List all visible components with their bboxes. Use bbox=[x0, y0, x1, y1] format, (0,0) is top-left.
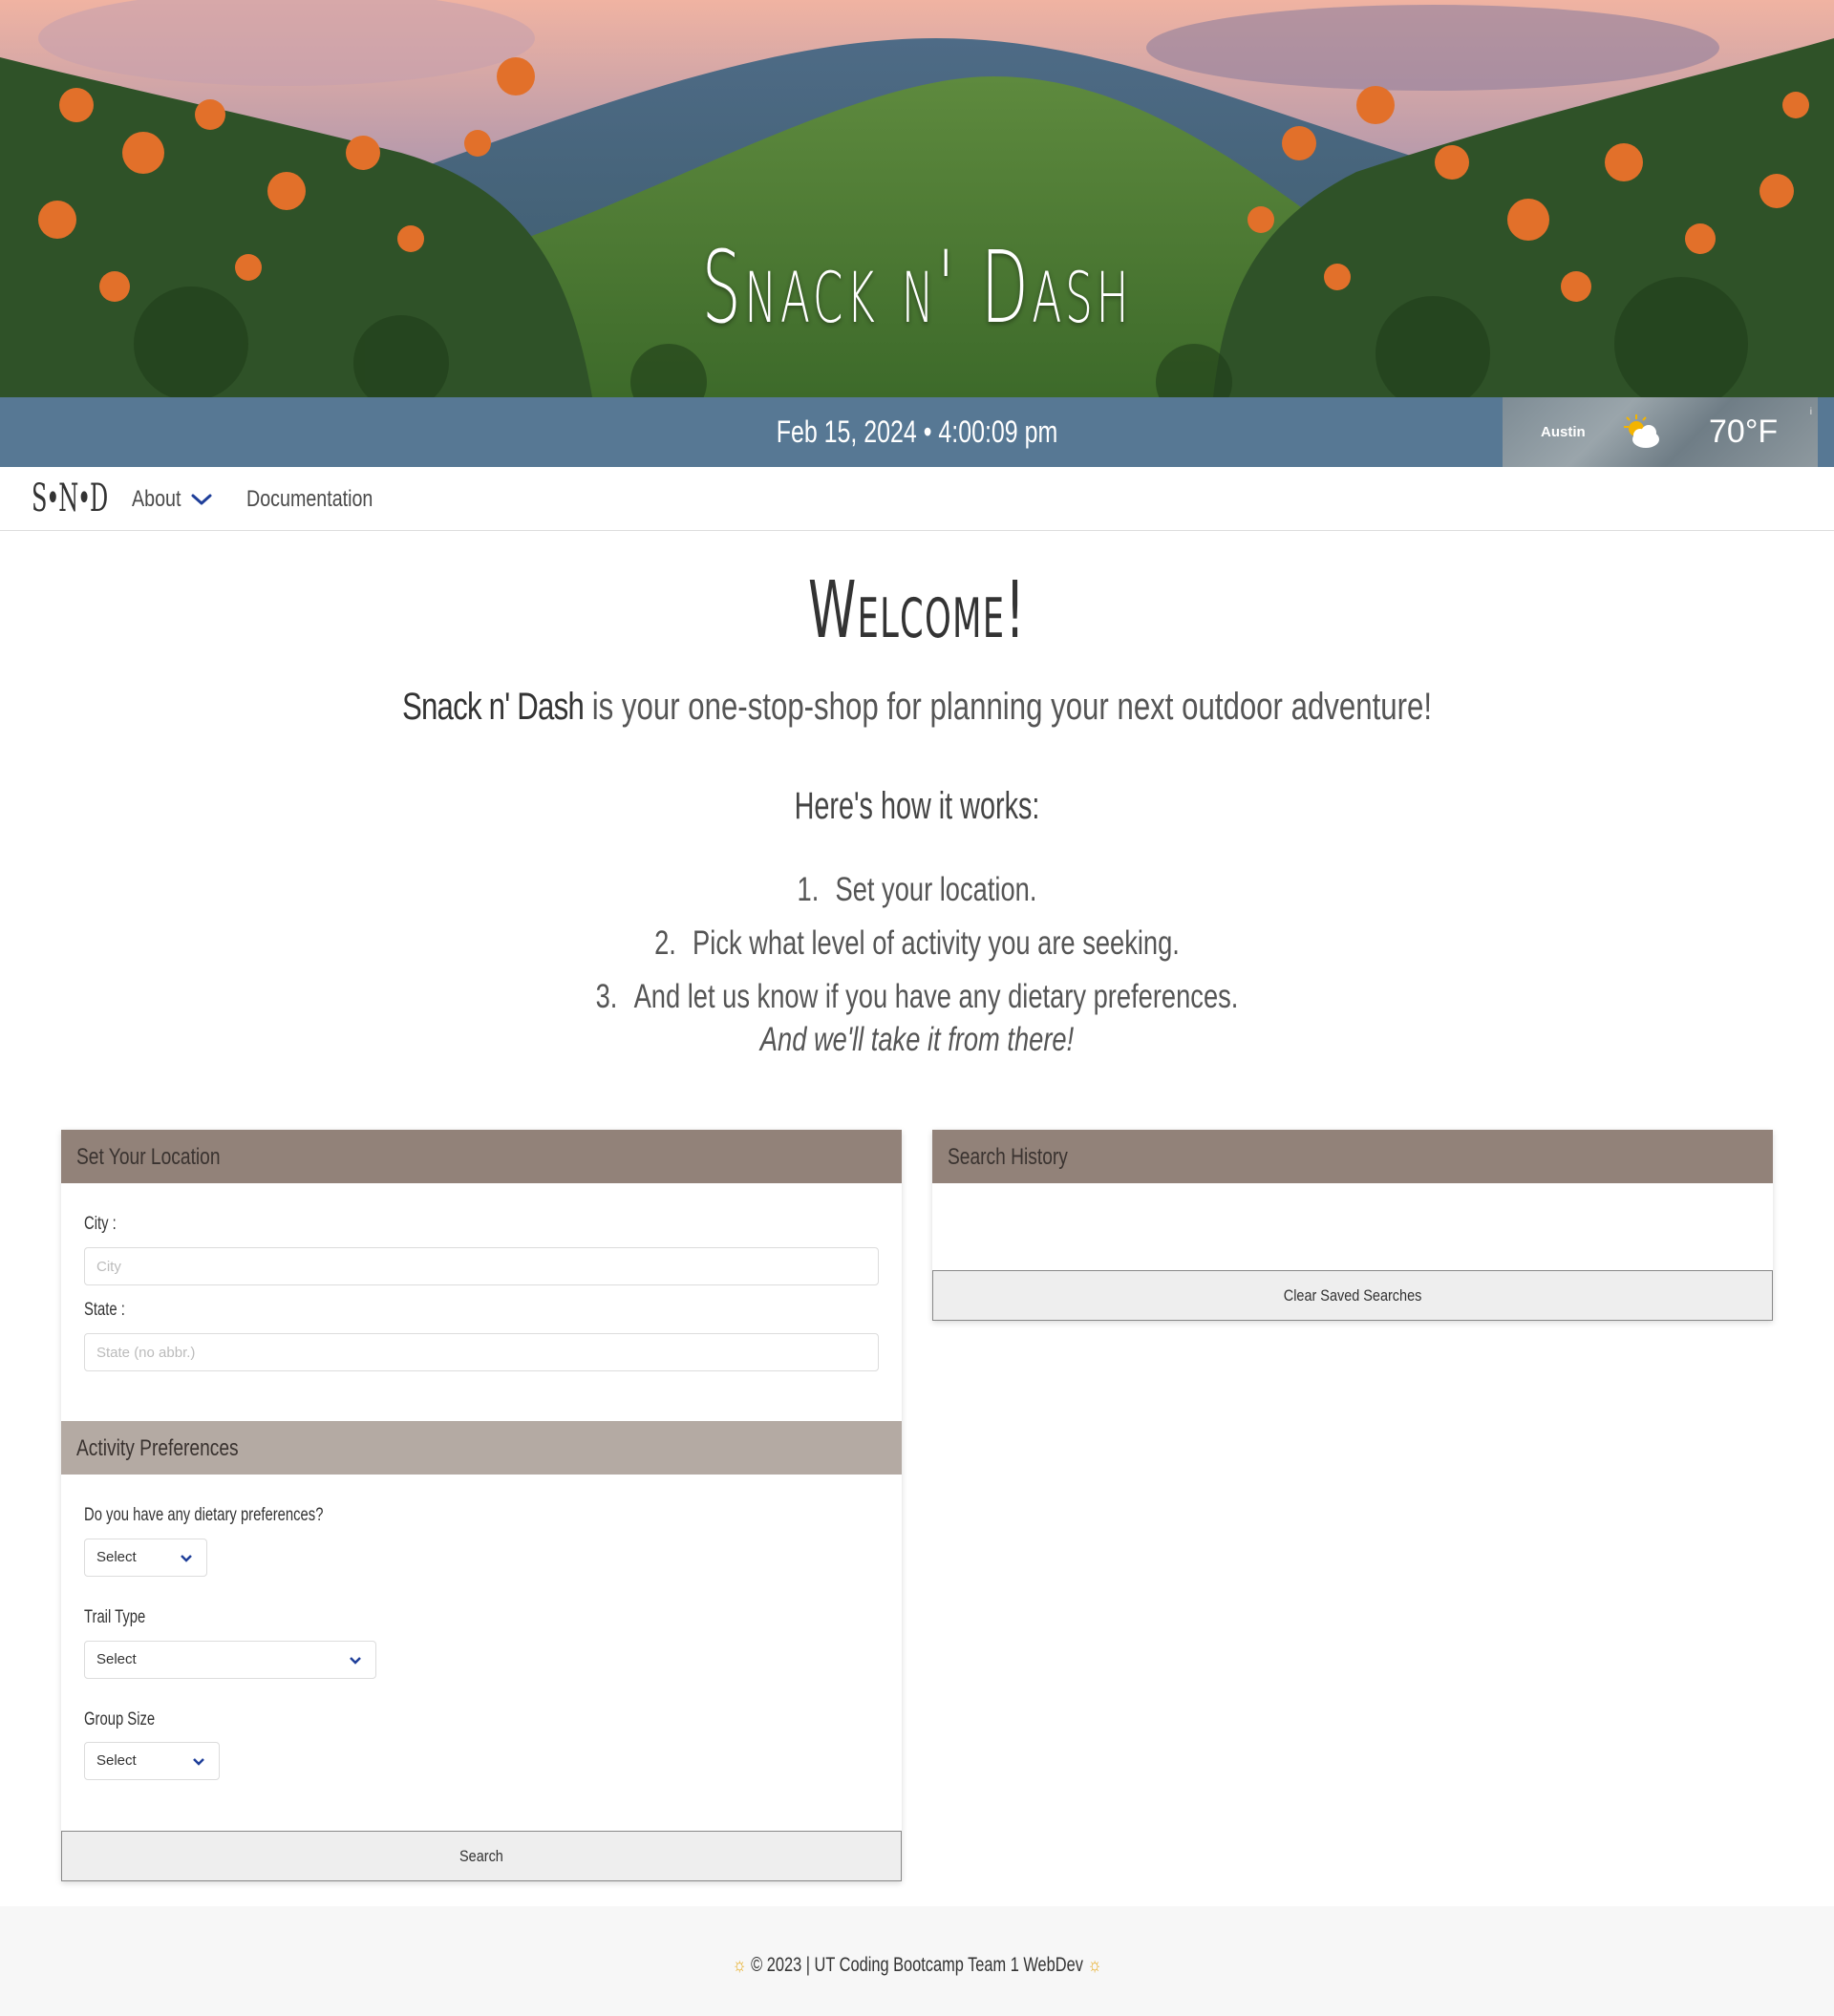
dietary-select-value: Select bbox=[96, 1549, 137, 1565]
weather-widget[interactable]: Austin 70°F i bbox=[1503, 397, 1818, 467]
footer: ☼ © 2023 | UT Coding Bootcamp Team 1 Web… bbox=[0, 1906, 1834, 2016]
chevron-down-icon bbox=[193, 1758, 204, 1766]
sun-icon: ☼ bbox=[1087, 1954, 1102, 1976]
activity-panel-title: Activity Preferences bbox=[76, 1435, 239, 1461]
trail-type-select[interactable]: Select bbox=[84, 1641, 376, 1679]
intro-text: Snack n' Dash is your one-stop-shop for … bbox=[202, 686, 1632, 729]
search-form-panel: Set Your Location City : State : Activit… bbox=[61, 1130, 902, 1881]
chevron-down-icon bbox=[350, 1657, 361, 1665]
dietary-label: Do you have any dietary preferences? bbox=[84, 1505, 324, 1525]
search-button[interactable]: Search bbox=[61, 1831, 902, 1881]
how-it-works-heading: Here's how it works: bbox=[794, 785, 1040, 827]
sun-icon: ☼ bbox=[732, 1954, 747, 1976]
step-number: 1. bbox=[797, 871, 820, 908]
history-panel-header: Search History bbox=[932, 1130, 1773, 1183]
search-history-list bbox=[932, 1183, 1773, 1270]
group-size-select[interactable]: Select bbox=[84, 1742, 220, 1780]
location-panel-header: Set Your Location bbox=[61, 1130, 902, 1183]
hero-banner: Snack n' Dash bbox=[0, 0, 1834, 397]
step-text: Set your location. bbox=[835, 871, 1037, 908]
top-navbar: S•N•D About Documentation bbox=[0, 467, 1834, 531]
location-panel-title: Set Your Location bbox=[76, 1144, 221, 1170]
clear-button-label: Clear Saved Searches bbox=[1283, 1286, 1422, 1305]
welcome-heading: Welcome! bbox=[808, 565, 1026, 656]
step-number: 2. bbox=[654, 924, 676, 962]
copyright-text: © 2023 | UT Coding Bootcamp Team 1 WebDe… bbox=[751, 1954, 1083, 1976]
activity-panel-header: Activity Preferences bbox=[61, 1421, 902, 1475]
weather-city: Austin bbox=[1541, 424, 1586, 440]
chevron-down-icon bbox=[181, 1555, 192, 1562]
date-bar: Feb 15, 2024 • 4:00:09 pm Austin 70°F i bbox=[0, 397, 1834, 467]
clear-saved-searches-button[interactable]: Clear Saved Searches bbox=[932, 1270, 1773, 1321]
intro-brand: Snack n' Dash bbox=[401, 686, 585, 728]
step-text: And let us know if you have any dietary … bbox=[633, 978, 1239, 1015]
nav-about-link[interactable]: About bbox=[132, 467, 181, 531]
partly-cloudy-icon bbox=[1624, 414, 1659, 448]
step-item: 2. Pick what level of activity you are se… bbox=[202, 917, 1632, 970]
group-size-select-value: Select bbox=[96, 1752, 137, 1769]
step-number: 3. bbox=[595, 978, 618, 1015]
steps-list: 1. Set your location. 2. Pick what level o… bbox=[202, 863, 1632, 1024]
nav-documentation-link[interactable]: Documentation bbox=[246, 467, 373, 531]
weather-temperature: 70°F bbox=[1709, 414, 1779, 450]
city-input[interactable] bbox=[84, 1247, 879, 1285]
info-icon[interactable]: i bbox=[1810, 407, 1812, 417]
search-button-label: Search bbox=[459, 1847, 503, 1865]
dietary-select[interactable]: Select bbox=[84, 1539, 207, 1577]
chevron-down-icon[interactable] bbox=[189, 490, 214, 509]
group-size-label: Group Size bbox=[84, 1709, 156, 1730]
intro-rest: is your one-stop-shop for planning your … bbox=[584, 686, 1433, 728]
city-label: City : bbox=[84, 1214, 117, 1234]
step-text: Pick what level of activity you are seek… bbox=[693, 924, 1180, 962]
step-item: 1. Set your location. bbox=[202, 863, 1632, 917]
site-title: Snack n' Dash bbox=[701, 229, 1133, 346]
footer-text: ☼ © 2023 | UT Coding Bootcamp Team 1 Web… bbox=[733, 1931, 1102, 2000]
state-label: State : bbox=[84, 1300, 125, 1320]
state-input[interactable] bbox=[84, 1333, 879, 1371]
trail-type-label: Trail Type bbox=[84, 1607, 146, 1627]
history-panel-title: Search History bbox=[948, 1144, 1068, 1170]
tagline: And we'll take it from there! bbox=[759, 1021, 1075, 1058]
step-item: 3. And let us know if you have any dietar… bbox=[202, 970, 1632, 1024]
trail-type-select-value: Select bbox=[96, 1651, 137, 1667]
current-datetime: Feb 15, 2024 • 4:00:09 pm bbox=[776, 414, 1058, 449]
search-history-panel: Search History Clear Saved Searches bbox=[932, 1130, 1773, 1321]
nav-logo[interactable]: S•N•D bbox=[32, 477, 108, 520]
